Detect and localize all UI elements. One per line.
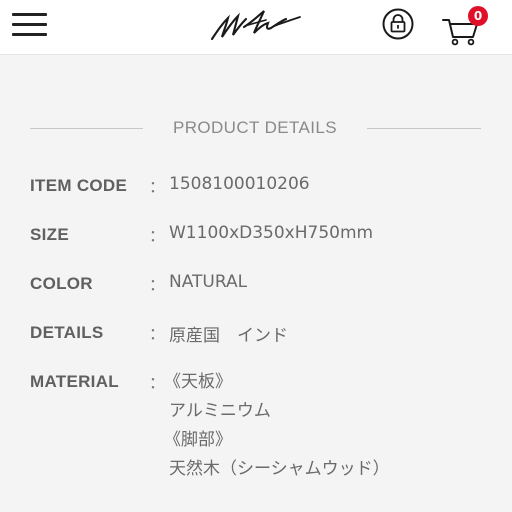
menu-line (12, 13, 47, 16)
separator-colon: ： (149, 275, 166, 294)
separator-colon: ： (149, 373, 166, 392)
cart-button[interactable]: 0 (441, 6, 491, 46)
cart-count-badge: 0 (468, 6, 488, 26)
separator-colon: ： (149, 324, 166, 343)
separator-colon: ： (149, 226, 166, 245)
menu-line (12, 23, 47, 26)
product-details-header: PRODUCT DETAILS (30, 118, 481, 140)
section-title: PRODUCT DETAILS (172, 118, 338, 137)
details-label: DETAILS (30, 323, 104, 342)
size-label: SIZE (30, 225, 69, 244)
color-value: NATURAL (169, 272, 248, 292)
material-value: 《天板》 アルミニウム 《脚部》 天然木（シーシャムウッド） (164, 368, 390, 484)
material-line: 《天板》 (164, 372, 232, 392)
lock-icon[interactable] (381, 7, 415, 41)
size-value: W1100xD350xH750mm (169, 223, 374, 243)
hamburger-menu-icon[interactable] (11, 9, 49, 41)
color-label: COLOR (30, 274, 93, 293)
divider-line (367, 128, 481, 129)
material-line: 天然木（シーシャムウッド） (169, 459, 390, 479)
brand-logo-icon[interactable] (208, 6, 304, 46)
top-navigation-bar: 0 (0, 0, 512, 55)
menu-line (12, 33, 47, 36)
material-line: 《脚部》 (164, 430, 232, 450)
separator-colon: ： (149, 177, 166, 196)
material-line: アルミニウム (169, 401, 271, 421)
divider-line (30, 128, 143, 129)
material-label: MATERIAL (30, 372, 119, 391)
item-code-value: 1508100010206 (169, 174, 310, 194)
details-value: 原産国 インド (169, 326, 288, 346)
item-code-label: ITEM CODE (30, 176, 128, 195)
